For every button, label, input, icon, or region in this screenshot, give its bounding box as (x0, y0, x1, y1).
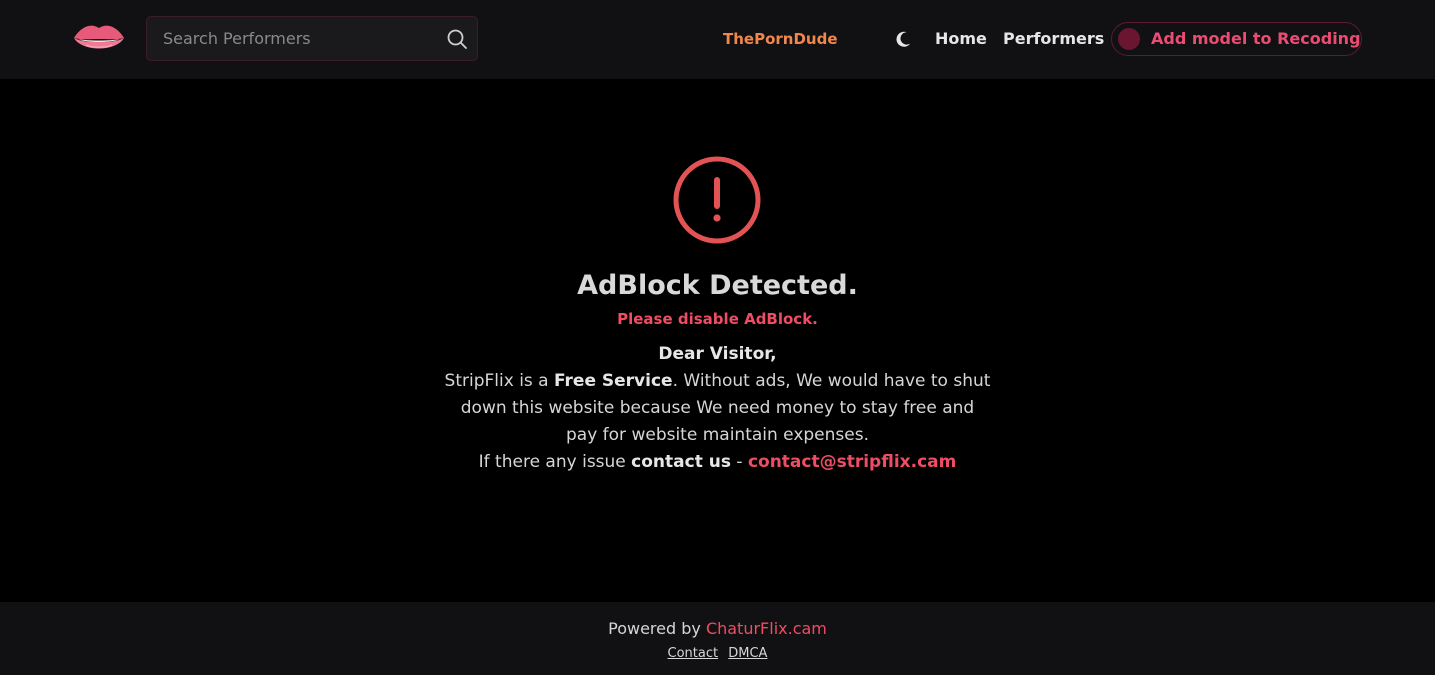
footer: Powered by ChaturFlix.cam Contact DMCA (0, 602, 1435, 675)
contact-email-link[interactable]: contact@stripflix.cam (748, 452, 956, 472)
notice-greeting: Dear Visitor, (658, 344, 777, 364)
nav-link-performers[interactable]: Performers (1003, 28, 1104, 50)
notice-subtitle: Please disable AdBlock. (617, 310, 818, 328)
alert-circle-icon (673, 156, 761, 244)
moon-icon[interactable] (893, 29, 913, 49)
notice-line-1: StripFlix is a Free Service. Without ads… (444, 371, 991, 391)
notice-line-3: pay for website maintain expenses. (566, 425, 869, 445)
powered-by: Powered by ChaturFlix.cam (608, 619, 827, 638)
footer-dmca-link[interactable]: DMCA (728, 646, 767, 661)
notice-body: Dear Visitor, StripFlix is a Free Servic… (420, 341, 1015, 476)
chaturflix-link[interactable]: ChaturFlix.cam (706, 619, 827, 638)
nav-link-home[interactable]: Home (935, 28, 987, 50)
record-dot-icon (1118, 28, 1140, 50)
notice-line-4: If there any issue contact us - contact@… (478, 452, 957, 472)
footer-links: Contact DMCA (0, 645, 1435, 663)
search-icon[interactable] (446, 28, 468, 50)
notice-title: AdBlock Detected. (577, 270, 858, 301)
footer-contact-link[interactable]: Contact (668, 646, 719, 661)
nav-link-theporndude[interactable]: ThePornDude (723, 28, 838, 50)
search-input[interactable] (147, 17, 437, 60)
add-model-button[interactable]: Add model to Recoding (1111, 22, 1362, 56)
add-model-label: Add model to Recoding (1151, 29, 1361, 48)
notice-line-2: down this website because We need money … (460, 398, 975, 418)
search-box (146, 16, 478, 61)
page: ThePornDude Home Performers Add model to… (0, 0, 1435, 675)
top-navbar: ThePornDude Home Performers Add model to… (0, 0, 1435, 79)
lips-icon[interactable] (72, 18, 126, 58)
